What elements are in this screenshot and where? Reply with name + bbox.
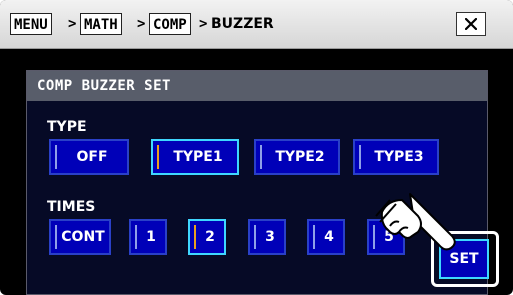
breadcrumb-comp[interactable]: COMP xyxy=(149,13,191,35)
type-option-type1[interactable]: TYPE1 xyxy=(151,139,239,175)
breadcrumb-math[interactable]: MATH xyxy=(80,13,122,35)
times-option-cont[interactable]: CONT xyxy=(49,219,111,255)
type-label: TYPE xyxy=(47,119,87,135)
breadcrumb-separator: > xyxy=(199,16,208,32)
pointing-hand-icon xyxy=(375,193,456,251)
times-option-3[interactable]: 3 xyxy=(248,219,286,255)
breadcrumb-current: BUZZER xyxy=(211,16,274,32)
breadcrumb-separator: > xyxy=(137,16,146,32)
breadcrumb-separator: > xyxy=(68,16,77,32)
times-option-2[interactable]: 2 xyxy=(188,219,226,255)
panel-title: COMP BUZZER SET xyxy=(27,71,487,101)
close-icon xyxy=(465,18,477,30)
type-option-off[interactable]: OFF xyxy=(49,139,129,175)
comp-buzzer-panel: COMP BUZZER SET TYPE OFF TYPE1 TYPE2 TYP… xyxy=(26,70,488,295)
times-label: TIMES xyxy=(47,199,96,215)
breadcrumb-menu[interactable]: MENU xyxy=(10,13,52,35)
breadcrumb-bar: MENU > MATH > COMP > BUZZER xyxy=(0,0,513,49)
times-option-4[interactable]: 4 xyxy=(307,219,345,255)
device-screen: MENU > MATH > COMP > BUZZER COMP BUZZER … xyxy=(0,0,513,295)
type-option-type3[interactable]: TYPE3 xyxy=(353,139,439,175)
times-option-1[interactable]: 1 xyxy=(129,219,167,255)
close-button[interactable] xyxy=(456,12,486,36)
type-option-type2[interactable]: TYPE2 xyxy=(254,139,340,175)
